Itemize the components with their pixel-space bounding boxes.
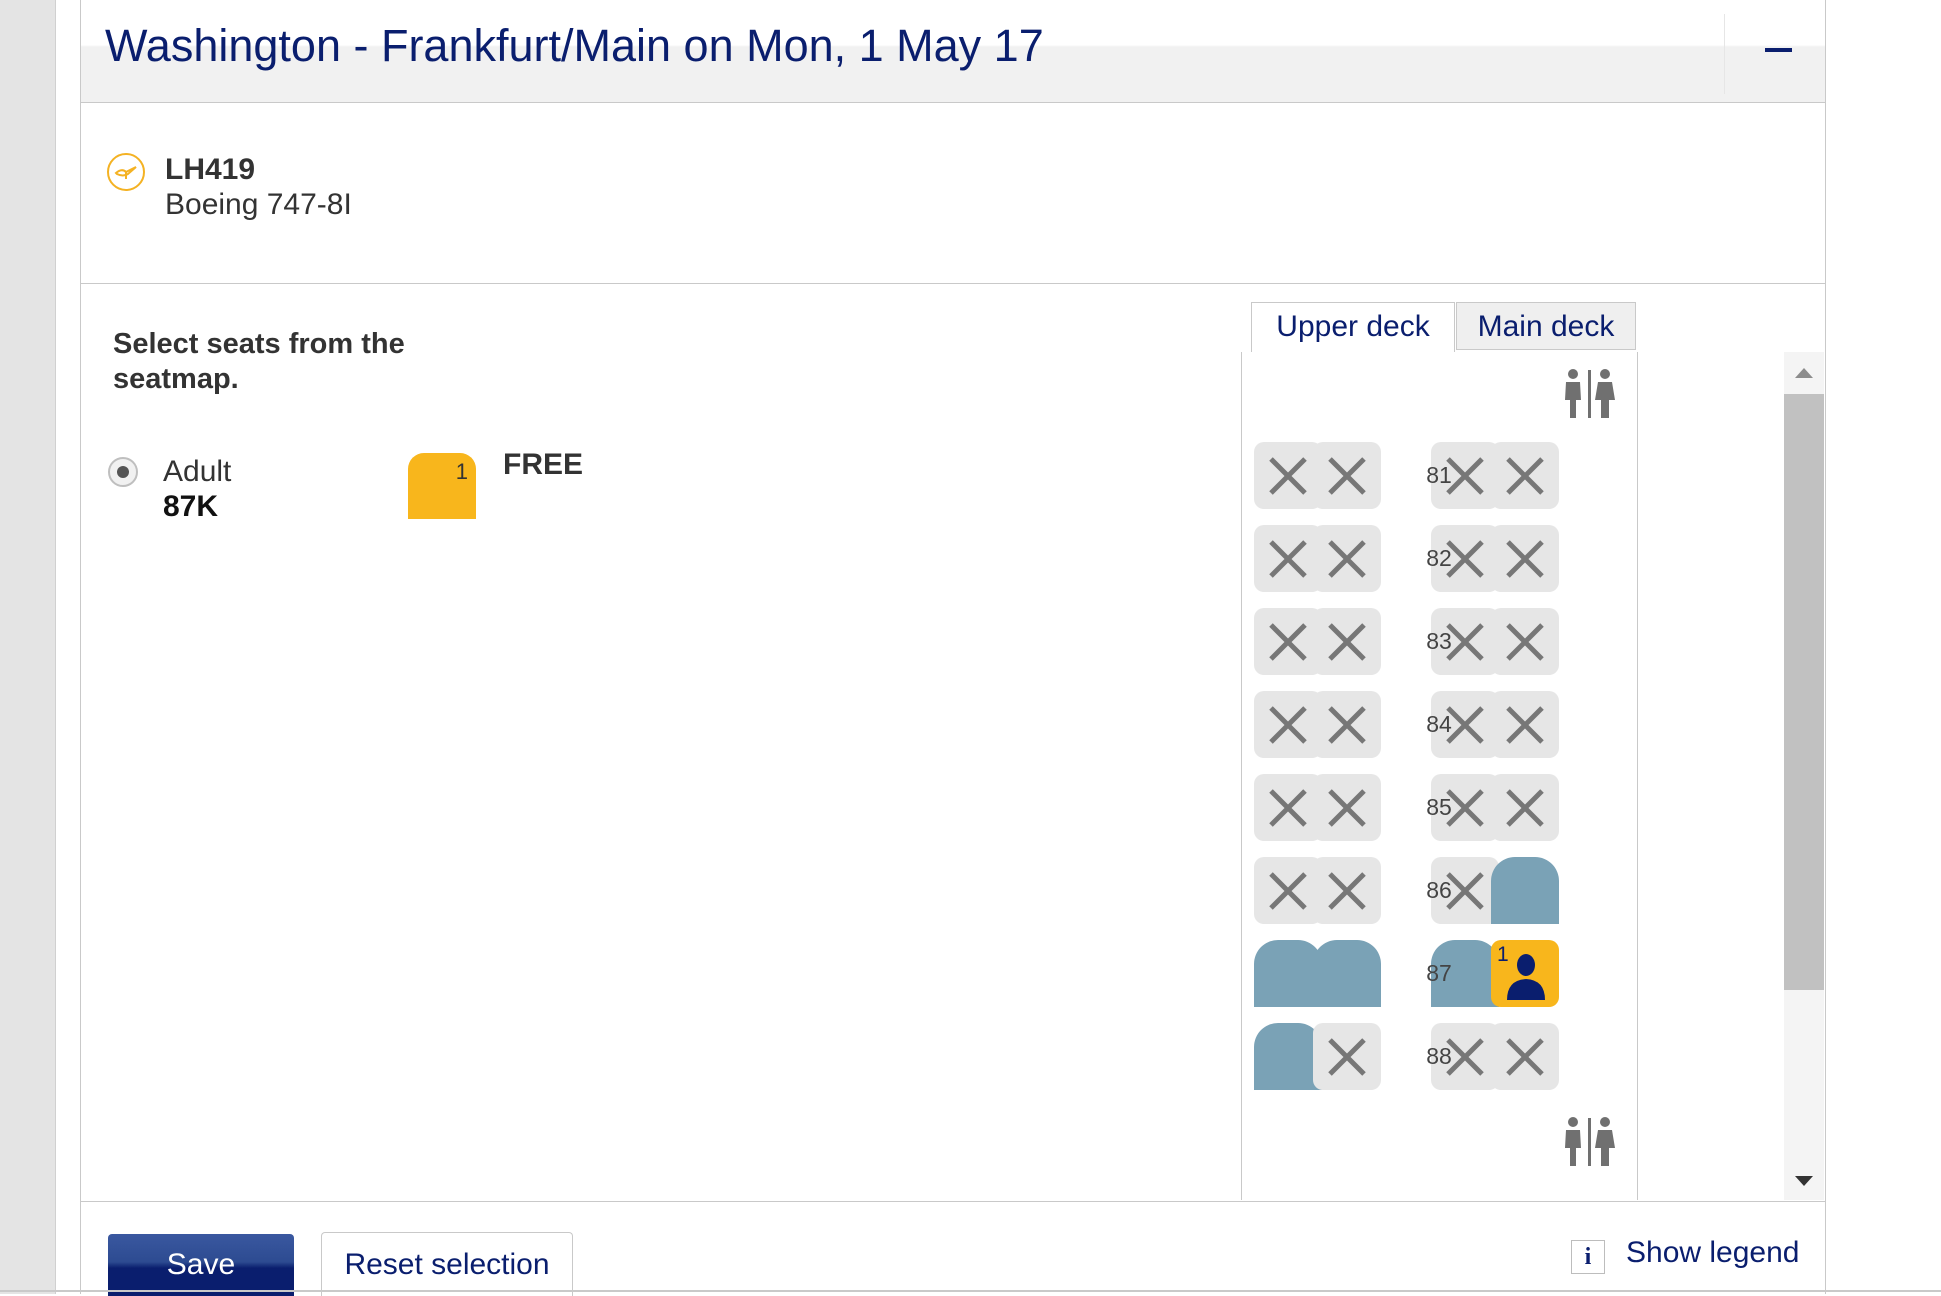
seat-81A-occupied [1254, 442, 1322, 509]
seat-86K-available[interactable] [1491, 857, 1559, 924]
flight-seat-panel: Washington - Frankfurt/Main on Mon, 1 Ma… [80, 0, 1826, 1296]
seat-price: FREE [503, 448, 584, 481]
flight-segment-header[interactable]: Washington - Frankfurt/Main on Mon, 1 Ma… [81, 0, 1825, 103]
occupied-x-icon [1269, 540, 1307, 578]
header-divider [1724, 14, 1725, 94]
seat-85C-occupied [1313, 774, 1381, 841]
occupied-x-icon [1328, 789, 1366, 827]
seat-85A-occupied [1254, 774, 1322, 841]
seat-84C-occupied [1313, 691, 1381, 758]
seat-82A-occupied [1254, 525, 1322, 592]
seat-82C-occupied [1313, 525, 1381, 592]
seat-84A-occupied [1254, 691, 1322, 758]
page-bottom-border [0, 1290, 1941, 1292]
arrow-up-icon [1795, 368, 1813, 378]
occupied-x-icon [1328, 706, 1366, 744]
occupied-x-icon [1328, 457, 1366, 495]
passenger-icon [1507, 954, 1545, 1000]
occupied-x-icon [1506, 623, 1544, 661]
passenger-seat-badge: 1 [408, 453, 476, 519]
seat-83A-occupied [1254, 608, 1322, 675]
seat-87K-selected[interactable]: 1 [1491, 940, 1559, 1007]
seat-87A-available[interactable] [1254, 940, 1322, 1007]
occupied-x-icon [1506, 789, 1544, 827]
occupied-x-icon [1506, 457, 1544, 495]
seat-86C-occupied [1313, 857, 1381, 924]
flight-info: LH419 Boeing 747-8I [81, 103, 1825, 284]
lavatory-icon [1565, 1117, 1615, 1166]
row-number: 85 [1426, 794, 1452, 820]
seat-88K-occupied [1491, 1023, 1559, 1090]
save-button[interactable]: Save [108, 1234, 294, 1296]
badge-number: 1 [455, 459, 468, 484]
radio-dot-icon [117, 466, 129, 478]
passenger-radio[interactable] [108, 457, 138, 487]
arrow-down-icon [1795, 1176, 1813, 1186]
passenger-type: Adult [163, 455, 232, 488]
occupied-x-icon [1328, 623, 1366, 661]
seat-84K-occupied [1491, 691, 1559, 758]
occupied-x-icon [1506, 706, 1544, 744]
seat-88A-available[interactable] [1254, 1023, 1322, 1090]
row-number: 87 [1426, 960, 1452, 986]
occupied-x-icon [1328, 872, 1366, 910]
occupied-x-icon [1328, 540, 1366, 578]
aircraft-type: Boeing 747-8I [165, 188, 352, 221]
segment-title: Washington - Frankfurt/Main on Mon, 1 Ma… [105, 20, 1044, 71]
occupied-x-icon [1269, 872, 1307, 910]
info-icon: i [1571, 1240, 1605, 1274]
row-number: 88 [1426, 1043, 1452, 1069]
seat-87C-available[interactable] [1313, 940, 1381, 1007]
occupied-x-icon [1269, 789, 1307, 827]
tab-main-deck[interactable]: Main deck [1456, 302, 1636, 350]
row-number: 81 [1426, 462, 1452, 488]
seat-81K-occupied [1491, 442, 1559, 509]
scrollbar-thumb[interactable] [1784, 394, 1824, 990]
seat-83C-occupied [1313, 608, 1381, 675]
show-legend-label: Show legend [1626, 1236, 1800, 1269]
collapse-button[interactable] [1731, 0, 1825, 102]
occupied-x-icon [1506, 1038, 1544, 1076]
scroll-up-button[interactable] [1784, 352, 1824, 392]
seat-81C-occupied [1313, 442, 1381, 509]
row-number: 82 [1426, 545, 1452, 571]
scroll-down-button[interactable] [1784, 1160, 1824, 1200]
flight-number: LH419 [165, 153, 256, 186]
seat-85K-occupied [1491, 774, 1559, 841]
row-number: 83 [1426, 628, 1452, 654]
reset-selection-button[interactable]: Reset selection [321, 1232, 573, 1296]
minus-icon [1765, 48, 1792, 52]
row-number: 86 [1426, 877, 1452, 903]
seat-instruction: Select seats from the seatmap. [113, 328, 405, 395]
lavatory-icon [1565, 369, 1615, 418]
seat-83K-occupied [1491, 608, 1559, 675]
occupied-x-icon [1506, 540, 1544, 578]
tab-upper-deck[interactable]: Upper deck [1251, 302, 1455, 352]
page-left-margin [0, 0, 56, 1294]
occupied-x-icon [1328, 1038, 1366, 1076]
passenger-seat: 87K [163, 490, 219, 523]
seat-82K-occupied [1491, 525, 1559, 592]
seat-88C-occupied [1313, 1023, 1381, 1090]
occupied-x-icon [1269, 706, 1307, 744]
seat-86A-occupied [1254, 857, 1322, 924]
occupied-x-icon [1269, 623, 1307, 661]
occupied-x-icon [1269, 457, 1307, 495]
footer-actions: Save Reset selection i Show legend [81, 1201, 1825, 1296]
seatmap: 81 82 83 84 85 86 1 87 88 [1241, 352, 1638, 1200]
row-number: 84 [1426, 711, 1452, 737]
lufthansa-crane-logo [107, 153, 145, 191]
